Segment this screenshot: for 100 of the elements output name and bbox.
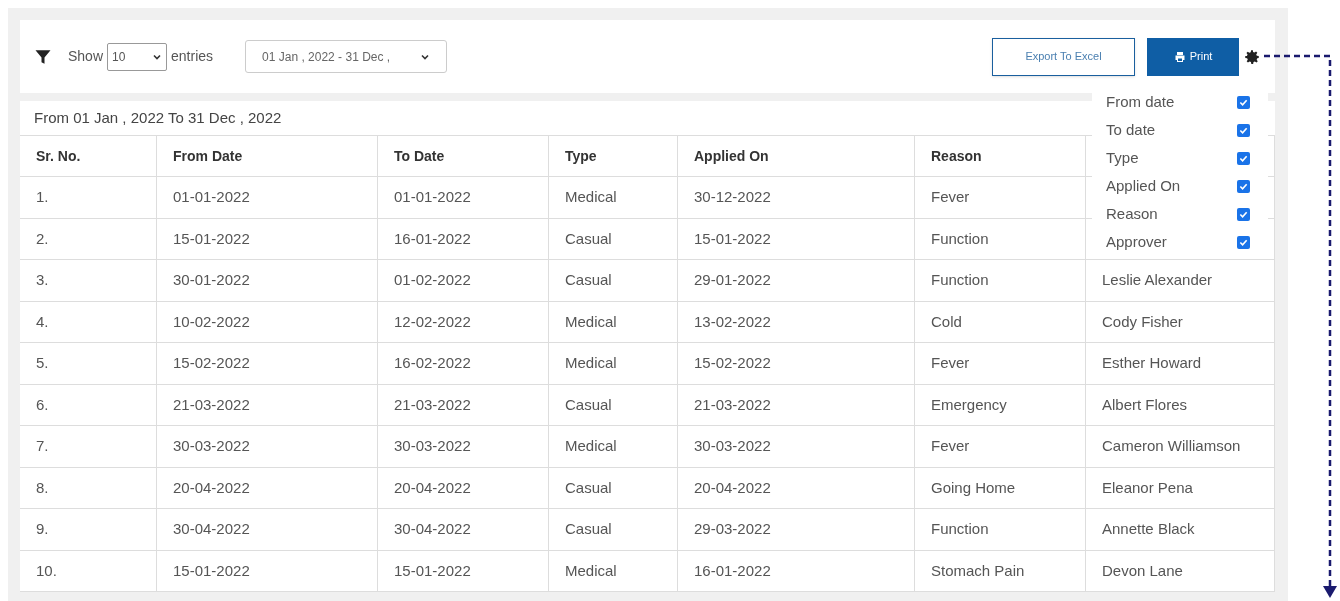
table-cell: Emergency: [915, 384, 1086, 426]
check-icon: [1239, 209, 1248, 219]
table-cell: Esther Howard: [1086, 343, 1275, 385]
table-cell: Cold: [915, 301, 1086, 343]
table-cell: 16-02-2022: [378, 343, 549, 385]
table-cell: 15-01-2022: [678, 218, 915, 260]
table-cell: 21-03-2022: [378, 384, 549, 426]
column-header: Sr. No.: [20, 136, 157, 177]
table-cell: 21-03-2022: [678, 384, 915, 426]
checkbox[interactable]: [1237, 235, 1250, 249]
table-cell: Casual: [549, 509, 678, 551]
table-cell: 15-01-2022: [157, 218, 378, 260]
table-cell: Fever: [915, 343, 1086, 385]
table-cell: Leslie Alexander: [1086, 260, 1275, 302]
checkbox[interactable]: [1237, 179, 1250, 193]
table-cell: 5.: [20, 343, 157, 385]
table-cell: 10.: [20, 550, 157, 592]
date-range-select[interactable]: 01 Jan , 2022 - 31 Dec ,: [245, 40, 448, 73]
table-cell: 16-01-2022: [678, 550, 915, 592]
table-cell: 7.: [20, 426, 157, 468]
table-cell: 15-02-2022: [157, 343, 378, 385]
table-cell: 12-02-2022: [378, 301, 549, 343]
table-cell: 3.: [20, 260, 157, 302]
table-cell: 4.: [20, 301, 157, 343]
table-cell: Medical: [549, 550, 678, 592]
table-cell: 8.: [20, 467, 157, 509]
table-cell: 20-04-2022: [157, 467, 378, 509]
table-cell: Medical: [549, 177, 678, 219]
table-cell: Casual: [549, 467, 678, 509]
table-cell: 30-01-2022: [157, 260, 378, 302]
table-cell: 20-04-2022: [678, 467, 915, 509]
range-caption: From 01 Jan , 2022 To 31 Dec , 2022: [34, 107, 282, 128]
table-cell: 15-02-2022: [678, 343, 915, 385]
entries-select[interactable]: 10: [107, 42, 168, 71]
table-cell: 15-01-2022: [157, 550, 378, 592]
check-icon: [1239, 237, 1248, 247]
table-cell: Fever: [915, 177, 1086, 219]
table-cell: 20-04-2022: [378, 467, 549, 509]
table-cell: 30-03-2022: [378, 426, 549, 468]
column-header: To Date: [378, 136, 549, 177]
table-cell: Medical: [549, 426, 678, 468]
table-cell: Cody Fisher: [1086, 301, 1275, 343]
table-cell: Albert Flores: [1086, 384, 1275, 426]
checkbox[interactable]: [1237, 207, 1250, 221]
check-icon: [1239, 97, 1248, 107]
table-cell: Casual: [549, 218, 678, 260]
table-cell: 30-12-2022: [678, 177, 915, 219]
table-cell: Medical: [549, 301, 678, 343]
table-cell: 01-01-2022: [378, 177, 549, 219]
column-toggle[interactable]: To date: [1092, 116, 1268, 144]
table-cell: 6.: [20, 384, 157, 426]
table-cell: Fever: [915, 426, 1086, 468]
table-cell: 29-03-2022: [678, 509, 915, 551]
table-cell: 01-02-2022: [378, 260, 549, 302]
column-header: Applied On: [678, 136, 915, 177]
table-cell: 30-03-2022: [157, 426, 378, 468]
table-cell: Eleanor Pena: [1086, 467, 1275, 509]
checkbox[interactable]: [1237, 95, 1250, 109]
checkbox[interactable]: [1237, 123, 1250, 137]
table-cell: Annette Black: [1086, 509, 1275, 551]
print-button[interactable]: Print: [1147, 37, 1239, 76]
column-toggle[interactable]: Type: [1092, 144, 1268, 172]
column-header: Reason: [915, 136, 1086, 177]
table-cell: Devon Lane: [1086, 550, 1275, 592]
export-button[interactable]: Export To Excel: [992, 37, 1135, 76]
table-cell: 13-02-2022: [678, 301, 915, 343]
table-cell: 2.: [20, 218, 157, 260]
settings-icon[interactable]: [1243, 47, 1261, 66]
entries-label: entries: [171, 47, 214, 66]
table-cell: Function: [915, 218, 1086, 260]
table-cell: 01-01-2022: [157, 177, 378, 219]
column-toggle[interactable]: Approver: [1092, 228, 1268, 256]
table-cell: 30-04-2022: [157, 509, 378, 551]
table-cell: 15-01-2022: [378, 550, 549, 592]
show-label: Show: [68, 47, 104, 66]
table-cell: Function: [915, 260, 1086, 302]
check-icon: [1239, 125, 1248, 135]
table-cell: 9.: [20, 509, 157, 551]
column-header: From Date: [157, 136, 378, 177]
checkbox[interactable]: [1237, 151, 1250, 165]
column-toggle[interactable]: Applied On: [1092, 172, 1268, 200]
table-cell: 30-04-2022: [378, 509, 549, 551]
table-cell: Function: [915, 509, 1086, 551]
check-icon: [1239, 181, 1248, 191]
table-cell: Stomach Pain: [915, 550, 1086, 592]
table-cell: 30-03-2022: [678, 426, 915, 468]
column-header: Type: [549, 136, 678, 177]
table-cell: 1.: [20, 177, 157, 219]
filter-icon[interactable]: [34, 47, 52, 66]
printer-icon: [1173, 50, 1186, 63]
table-cell: Cameron Williamson: [1086, 426, 1275, 468]
table-cell: 16-01-2022: [378, 218, 549, 260]
table-cell: Casual: [549, 384, 678, 426]
column-toggle[interactable]: From date: [1092, 88, 1268, 116]
table-cell: 29-01-2022: [678, 260, 915, 302]
column-toggle[interactable]: Reason: [1092, 200, 1268, 228]
check-icon: [1239, 153, 1248, 163]
table-cell: 10-02-2022: [157, 301, 378, 343]
table-cell: Going Home: [915, 467, 1086, 509]
table-cell: Casual: [549, 260, 678, 302]
